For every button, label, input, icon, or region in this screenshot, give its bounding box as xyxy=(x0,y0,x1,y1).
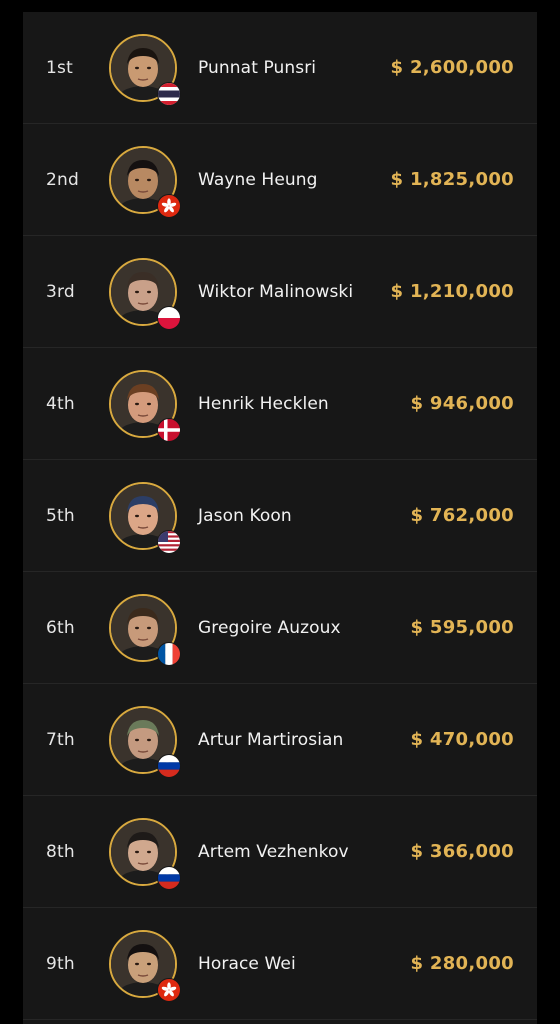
leaderboard-row[interactable]: 1st Punnat Punsri $ 2,600,000 xyxy=(23,12,537,124)
prize-amount: $ 470,000 xyxy=(410,729,514,750)
place-label: 9th xyxy=(46,953,75,974)
player-avatar xyxy=(109,33,181,106)
prize-amount: $ 280,000 xyxy=(410,953,514,974)
hong-kong-flag-icon xyxy=(157,193,181,218)
thailand-flag-icon xyxy=(157,81,181,106)
prize-amount: $ 595,000 xyxy=(410,617,514,638)
player-name: Artur Martirosian xyxy=(198,729,344,750)
russia-flag-icon xyxy=(157,865,181,890)
leaderboard-row[interactable]: 2nd Wayne Heung $ 1,825,000 xyxy=(23,124,537,236)
leaderboard-row[interactable]: 7th Artur Martirosian $ 470,000 xyxy=(23,684,537,796)
place-label: 3rd xyxy=(46,281,75,302)
player-avatar xyxy=(109,481,181,554)
leaderboard-row[interactable]: 3rd Wiktor Malinowski $ 1,210,000 xyxy=(23,236,537,348)
russia-flag-icon xyxy=(157,753,181,778)
place-label: 1st xyxy=(46,57,73,78)
player-avatar xyxy=(109,257,181,330)
place-label: 6th xyxy=(46,617,75,638)
leaderboard-row[interactable]: 8th Artem Vezhenkov $ 366,000 xyxy=(23,796,537,908)
leaderboard-row[interactable]: 5th Jason Koon $ 762,000 xyxy=(23,460,537,572)
place-label: 2nd xyxy=(46,169,79,190)
hong-kong-flag-icon xyxy=(157,977,181,1002)
leaderboard-row[interactable]: 9th Horace Wei $ 280,000 xyxy=(23,908,537,1020)
payout-leaderboard: 1st Punnat Punsri $ 2,600,000 2nd Wayne Heun… xyxy=(23,12,537,1024)
prize-amount: $ 1,825,000 xyxy=(390,169,514,190)
player-name: Wayne Heung xyxy=(198,169,318,190)
leaderboard-row[interactable]: 4th Henrik Hecklen $ 946,000 xyxy=(23,348,537,460)
place-label: 7th xyxy=(46,729,75,750)
player-avatar xyxy=(109,145,181,218)
prize-amount: $ 946,000 xyxy=(410,393,514,414)
player-avatar xyxy=(109,817,181,890)
place-label: 8th xyxy=(46,841,75,862)
player-avatar xyxy=(109,929,181,1002)
poland-flag-icon xyxy=(157,305,181,330)
player-avatar xyxy=(109,593,181,666)
denmark-flag-icon xyxy=(157,417,181,442)
prize-amount: $ 2,600,000 xyxy=(390,57,514,78)
france-flag-icon xyxy=(157,641,181,666)
player-avatar xyxy=(109,705,181,778)
place-label: 5th xyxy=(46,505,75,526)
player-name: Jason Koon xyxy=(198,505,292,526)
player-name: Gregoire Auzoux xyxy=(198,617,341,638)
prize-amount: $ 366,000 xyxy=(410,841,514,862)
usa-flag-icon xyxy=(157,529,181,554)
prize-amount: $ 1,210,000 xyxy=(390,281,514,302)
prize-amount: $ 762,000 xyxy=(410,505,514,526)
player-name: Wiktor Malinowski xyxy=(198,281,354,302)
player-name: Artem Vezhenkov xyxy=(198,841,349,862)
place-label: 4th xyxy=(46,393,75,414)
player-name: Punnat Punsri xyxy=(198,57,317,78)
player-name: Henrik Hecklen xyxy=(198,393,329,414)
player-avatar xyxy=(109,369,181,442)
player-name: Horace Wei xyxy=(198,953,296,974)
leaderboard-row[interactable]: 6th Gregoire Auzoux $ 595,000 xyxy=(23,572,537,684)
